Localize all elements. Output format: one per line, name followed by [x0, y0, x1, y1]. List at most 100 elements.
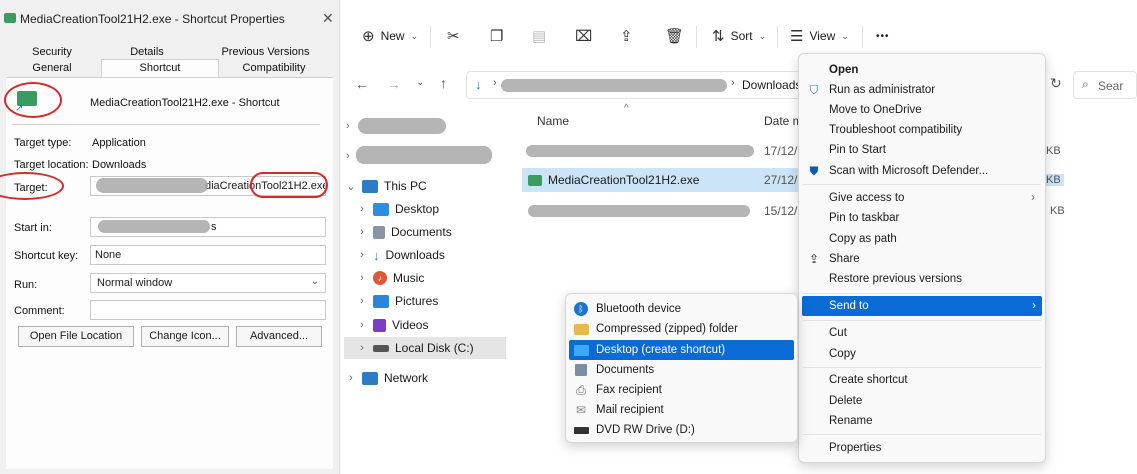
app-icon: [528, 174, 542, 186]
menu-item-create-shortcut[interactable]: Create shortcut: [799, 370, 1045, 390]
tab-general[interactable]: General: [22, 62, 82, 78]
copy-icon: ❐: [490, 27, 504, 45]
breadcrumb-downloads[interactable]: Downloads: [742, 78, 801, 92]
nav-documents[interactable]: › Documents: [357, 221, 452, 243]
menu-item-pin-to-taskbar[interactable]: Pin to taskbar: [799, 208, 1045, 228]
forward-arrow-icon[interactable]: →: [387, 76, 401, 92]
menu-item-give-access[interactable]: Give access to ›: [799, 188, 1045, 208]
sort-button[interactable]: ⇅ Sort ⌄: [712, 22, 766, 50]
toolbar-separator: [777, 26, 778, 48]
nav-chevron-icon[interactable]: ›: [346, 118, 350, 132]
file-row[interactable]: 17/12/: [522, 139, 802, 163]
chevron-right-icon: ›: [360, 249, 364, 261]
menu-item-run-as-admin[interactable]: ⛉ Run as administrator: [799, 80, 1045, 100]
view-lines-icon: ☰: [790, 27, 804, 45]
send-to-bluetooth[interactable]: ᛒ Bluetooth device: [566, 299, 797, 319]
tab-compatibility[interactable]: Compatibility: [220, 62, 328, 78]
menu-item-cut[interactable]: Cut: [799, 323, 1045, 343]
recent-chevron-icon[interactable]: ⌄: [416, 77, 424, 88]
pictures-icon: [373, 294, 389, 308]
menu-separator: [803, 367, 1041, 368]
new-button[interactable]: ⊕ New ⌄: [362, 22, 418, 50]
menu-item-copy-as-path[interactable]: Copy as path: [799, 229, 1045, 249]
share-button[interactable]: ⇪: [620, 22, 633, 50]
dialog-title: MediaCreationTool21H2.exe - Shortcut Pro…: [20, 12, 285, 26]
chevron-right-icon: ›: [360, 295, 364, 307]
send-to-desktop-shortcut[interactable]: Desktop (create shortcut): [569, 340, 794, 360]
back-arrow-icon[interactable]: ←: [355, 76, 369, 92]
menu-item-share[interactable]: ⇪ Share: [799, 249, 1045, 269]
nav-desktop[interactable]: › Desktop: [357, 198, 439, 220]
menu-item-scan-defender[interactable]: ⛊ Scan with Microsoft Defender...: [799, 161, 1045, 181]
tab-security[interactable]: Security: [22, 46, 82, 62]
send-to-documents[interactable]: Documents: [566, 360, 797, 380]
nav-videos[interactable]: › Videos: [357, 314, 428, 336]
menu-item-pin-to-start[interactable]: Pin to Start: [799, 140, 1045, 160]
tab-shortcut[interactable]: Shortcut: [101, 59, 219, 79]
open-file-location-button[interactable]: Open File Location: [18, 326, 134, 347]
shortcut-key-input[interactable]: None: [90, 245, 326, 265]
nav-chevron-icon[interactable]: ›: [346, 148, 350, 162]
menu-item-delete[interactable]: Delete: [799, 391, 1045, 411]
file-size: KB: [1046, 174, 1064, 186]
menu-item-copy[interactable]: Copy: [799, 344, 1045, 364]
view-button[interactable]: ☰ View ⌄: [790, 22, 849, 50]
nav-downloads[interactable]: › ↓ Downloads: [357, 244, 445, 266]
nav-this-pc[interactable]: ⌄ This PC: [346, 175, 426, 197]
app-icon: [4, 13, 16, 23]
context-menu: Open ⛉ Run as administrator Move to OneD…: [798, 53, 1046, 463]
rename-button[interactable]: ⌧: [575, 22, 592, 50]
menu-item-move-to-onedrive[interactable]: Move to OneDrive: [799, 100, 1045, 120]
dvd-drive-icon: [574, 426, 589, 434]
up-arrow-icon[interactable]: ↑: [440, 75, 447, 91]
chevron-right-icon: ›: [360, 226, 364, 238]
menu-separator: [803, 293, 1041, 294]
nav-network[interactable]: › Network: [346, 367, 428, 389]
toolbar-separator: [862, 26, 863, 48]
comment-label: Comment:: [14, 305, 65, 317]
delete-button[interactable]: 🗑: [665, 22, 684, 50]
change-icon-button[interactable]: Change Icon...: [141, 326, 229, 347]
chevron-right-icon: ›: [360, 319, 364, 331]
column-header-date[interactable]: Date m: [764, 114, 803, 128]
file-row[interactable]: 15/12/: [522, 199, 804, 223]
send-to-zip-folder[interactable]: Compressed (zipped) folder: [566, 319, 797, 339]
paste-button[interactable]: ▤: [532, 22, 546, 50]
file-row-selected[interactable]: MediaCreationTool21H2.exe 27/12/: [522, 168, 804, 192]
nav-pictures[interactable]: › Pictures: [357, 290, 438, 312]
send-to-mail[interactable]: ✉ Mail recipient: [566, 400, 797, 420]
menu-item-open[interactable]: Open: [799, 60, 1045, 80]
send-to-dvd-drive[interactable]: DVD RW Drive (D:): [566, 420, 797, 440]
menu-item-properties[interactable]: Properties: [799, 438, 1045, 458]
column-header-name[interactable]: Name: [537, 114, 569, 128]
comment-input[interactable]: [90, 300, 326, 320]
chevron-right-icon: ›: [493, 77, 497, 89]
menu-item-troubleshoot[interactable]: Troubleshoot compatibility: [799, 120, 1045, 140]
tab-previous-versions[interactable]: Previous Versions: [208, 46, 323, 62]
nav-local-disk[interactable]: › Local Disk (C:): [344, 337, 506, 359]
more-options-button[interactable]: •••: [876, 22, 890, 50]
plus-circle-icon: ⊕: [362, 27, 375, 45]
menu-item-restore-versions[interactable]: Restore previous versions: [799, 269, 1045, 289]
advanced-button[interactable]: Advanced...: [236, 326, 322, 347]
clipboard-icon: ▤: [532, 27, 547, 45]
chevron-right-icon: ›: [360, 272, 364, 284]
run-label: Run:: [14, 279, 38, 291]
shortcut-name: MediaCreationTool21H2.exe - Shortcut: [90, 97, 280, 109]
run-select[interactable]: Normal window ⌄: [90, 273, 326, 293]
nav-music[interactable]: › ♪ Music: [357, 267, 424, 289]
search-box[interactable]: ⌕ Sear: [1073, 71, 1137, 99]
download-arrow-icon: ↓: [373, 247, 380, 263]
chevron-right-icon: ›: [349, 372, 353, 384]
cut-button[interactable]: ✂: [447, 22, 460, 50]
close-button[interactable]: ✕: [322, 10, 334, 27]
documents-icon: [575, 364, 587, 376]
menu-separator: [803, 184, 1041, 185]
menu-item-send-to[interactable]: Send to ›: [802, 296, 1042, 316]
refresh-icon[interactable]: ↻: [1050, 75, 1062, 92]
scissors-icon: ✂: [447, 27, 460, 45]
menu-item-rename[interactable]: Rename: [799, 411, 1045, 431]
copy-button[interactable]: ❐: [490, 22, 503, 50]
download-arrow-icon: ↓: [475, 77, 482, 92]
send-to-fax[interactable]: ⎙ Fax recipient: [566, 380, 797, 400]
